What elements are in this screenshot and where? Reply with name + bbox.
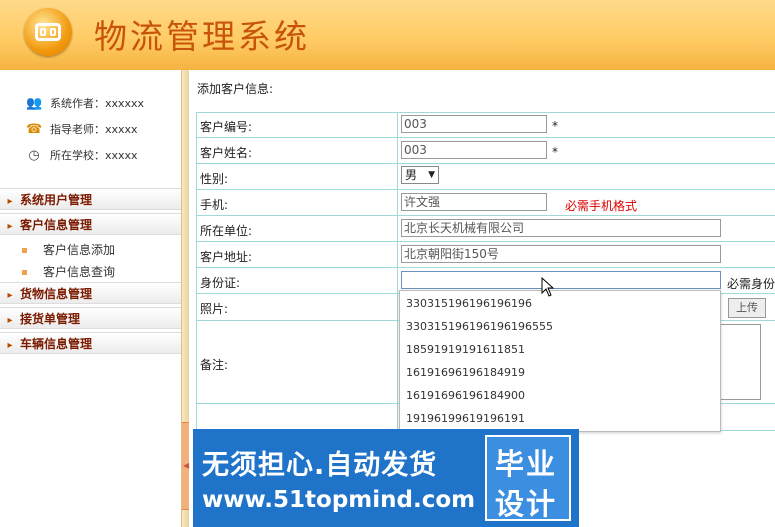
watermark-text: 无须担心.自动发货 — [202, 450, 438, 481]
chevron-right-icon: ▸ — [7, 290, 13, 301]
idcard-input[interactable] — [401, 271, 721, 289]
autocomplete-item[interactable]: 16191696196184919 — [406, 366, 525, 379]
address-label: 客户地址: — [200, 250, 253, 264]
required-mark: * — [552, 119, 558, 133]
company-input[interactable]: 北京长天机械有限公司 — [401, 219, 721, 237]
company-label: 所在单位: — [200, 224, 253, 238]
table-border — [196, 137, 775, 138]
table-border — [196, 241, 775, 242]
chevron-right-icon: ▸ — [7, 315, 13, 326]
app-header: 物流管理系统 — [0, 0, 775, 70]
logo-icon — [24, 8, 72, 56]
remark-textarea[interactable] — [714, 324, 761, 400]
sidebar: 👥 系统作者：xxxxxx ☎ 指导老师：xxxxx ◷ 所在学校：xxxxx ▸ 系统… — [0, 70, 181, 527]
table-border — [196, 215, 775, 216]
chevron-right-icon: ▸ — [7, 196, 13, 207]
app-title: 物流管理系统 — [94, 17, 310, 56]
table-border — [196, 189, 775, 190]
table-border — [196, 267, 775, 268]
remark-label: 备注: — [200, 358, 229, 372]
clock-icon: ◷ — [28, 148, 40, 163]
users-icon: 👥 — [26, 96, 43, 111]
idcard-autocomplete: 330315196196196196 330315196196196196555… — [399, 290, 721, 432]
customer-code-label: 客户编号: — [200, 120, 253, 134]
idcard-label: 身份证: — [200, 276, 241, 290]
menu-system-users[interactable]: ▸ 系统用户管理 — [0, 188, 181, 210]
collapse-handle[interactable]: ◀ — [182, 422, 189, 510]
watermark-badge: 毕业 设计 — [485, 435, 571, 521]
watermark-url: www.51topmind.com — [202, 487, 476, 513]
table-border — [397, 112, 398, 457]
form-caption: 添加客户信息: — [197, 82, 274, 96]
idcard-hint: 必需身份 — [727, 277, 775, 291]
autocomplete-item[interactable]: 16191696196184900 — [406, 389, 525, 402]
sidebar-splitter[interactable]: ◀ — [181, 70, 189, 527]
gender-label: 性别: — [200, 172, 229, 186]
customer-name-label: 客户姓名: — [200, 146, 253, 160]
required-mark: * — [552, 145, 558, 159]
menu-delivery-orders[interactable]: ▸ 接货单管理 — [0, 307, 181, 329]
photo-label: 照片: — [200, 302, 229, 316]
table-border — [196, 163, 775, 164]
autocomplete-item[interactable]: 330315196196196196555 — [406, 320, 553, 333]
menu-customer-info[interactable]: ▸ 客户信息管理 — [0, 213, 181, 235]
phone-hint: 必需手机格式 — [565, 199, 638, 213]
table-border — [196, 112, 197, 457]
menu-goods-info[interactable]: ▸ 货物信息管理 — [0, 282, 181, 304]
phone-input[interactable]: 许文强 — [401, 193, 547, 211]
upload-button[interactable]: 上传 — [728, 298, 766, 318]
author-info: 👥 系统作者：xxxxxx — [26, 96, 145, 111]
chevron-right-icon: ▸ — [7, 340, 13, 351]
mouse-cursor-icon — [541, 277, 555, 297]
caret-down-icon: ▼ — [428, 170, 435, 180]
autocomplete-item[interactable]: 330315196196196196 — [406, 297, 532, 310]
teacher-icon: ☎ — [26, 122, 43, 137]
gender-select[interactable]: 男 ▼ — [401, 166, 439, 184]
table-border — [196, 112, 775, 113]
bullet-icon — [22, 270, 27, 275]
submenu-customer-query[interactable]: 客户信息查询 — [22, 263, 115, 280]
menu-vehicle-info[interactable]: ▸ 车辆信息管理 — [0, 332, 181, 354]
school-info: ◷ 所在学校：xxxxx — [26, 147, 137, 163]
submenu-customer-add[interactable]: 客户信息添加 — [22, 241, 115, 258]
address-input[interactable]: 北京朝阳街150号 — [401, 245, 721, 263]
phone-label: 手机: — [200, 198, 229, 212]
teacher-info: ☎ 指导老师：xxxxx — [26, 122, 138, 137]
customer-code-input[interactable]: 003 — [401, 115, 547, 133]
autocomplete-item[interactable]: 18591919191611851 — [406, 343, 525, 356]
customer-name-input[interactable]: 003 — [401, 141, 547, 159]
bullet-icon — [22, 248, 27, 253]
watermark-banner: 无须担心.自动发货 www.51topmind.com 毕业 设计 — [193, 429, 579, 527]
chevron-right-icon: ▸ — [7, 221, 13, 232]
autocomplete-item[interactable]: 19196199619196191 — [406, 412, 525, 425]
